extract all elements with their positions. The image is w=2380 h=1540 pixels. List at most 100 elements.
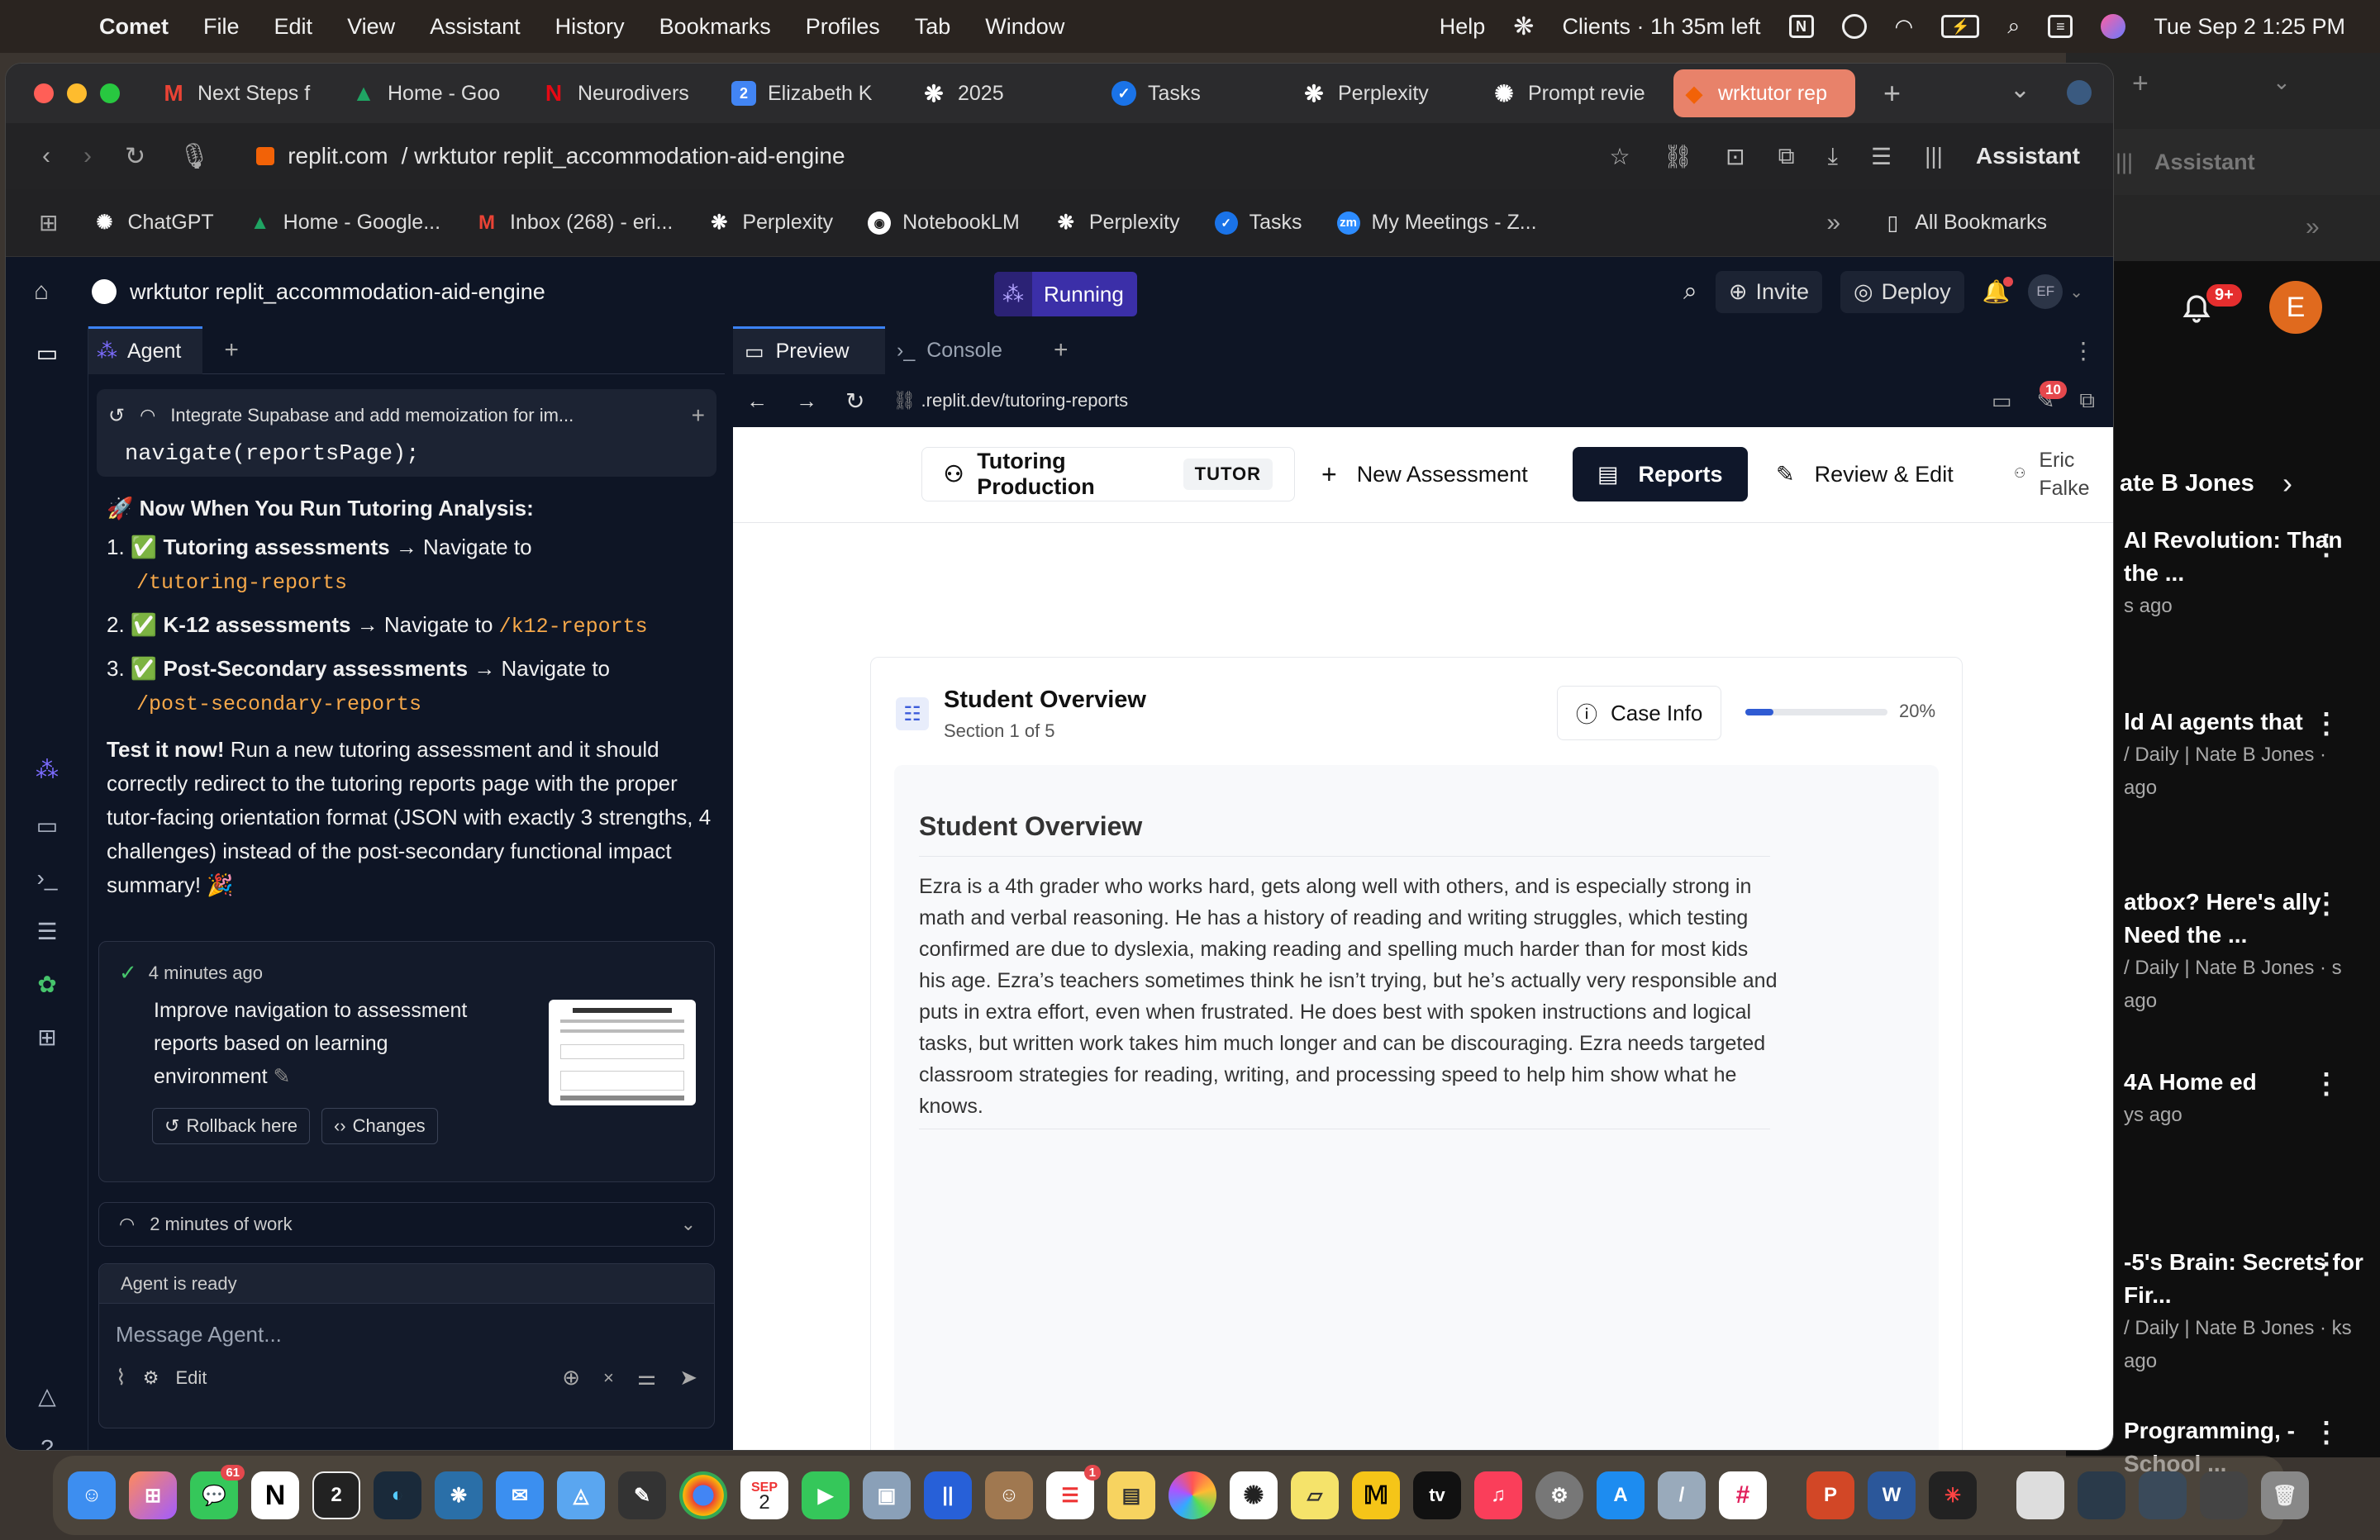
agent-icon[interactable]: ⁂ — [32, 756, 62, 786]
zoom-window-button[interactable] — [100, 83, 120, 103]
facetime-icon[interactable]: ▶ — [802, 1471, 850, 1519]
chevron-right-icon[interactable]: › — [2282, 466, 2292, 501]
close-window-button[interactable] — [34, 83, 54, 103]
battery-icon[interactable]: ⚡ — [1941, 15, 1980, 38]
history-icon[interactable]: ↺ — [108, 404, 125, 428]
perplexity-status-icon[interactable]: ❋ — [1513, 12, 1534, 41]
chevron-down-icon[interactable]: ⌄ — [2069, 282, 2083, 302]
arc-icon[interactable]: ◐ — [374, 1471, 421, 1519]
browser-tab[interactable]: 2 Elizabeth K — [723, 69, 913, 117]
browser-tab[interactable]: N Neurodivers — [533, 69, 723, 117]
menu-lines-icon[interactable]: ☰ — [1871, 143, 1892, 170]
bell-icon[interactable]: 🔔 — [1983, 277, 2014, 305]
menu-window[interactable]: Window — [985, 14, 1064, 40]
recent-window-thumbnail[interactable] — [2078, 1471, 2125, 1519]
pane-menu-icon[interactable]: ⋮ — [2072, 337, 2095, 364]
back-icon[interactable]: ← — [746, 388, 768, 414]
siri-icon[interactable] — [2101, 14, 2126, 39]
browser-tab[interactable]: M Next Steps f — [153, 69, 343, 117]
new-tab-button[interactable]: + — [1883, 76, 1901, 111]
all-tools-icon[interactable]: ⊞ — [32, 1024, 62, 1053]
recent-window-thumbnail[interactable] — [2139, 1471, 2187, 1519]
mail-icon[interactable]: ✉ — [496, 1471, 544, 1519]
stickies-icon[interactable]: ▱ — [1291, 1471, 1339, 1519]
chevron-double-right-icon[interactable]: » — [1826, 209, 1840, 237]
bookmark-item[interactable]: ▲ Home - Google... — [249, 211, 440, 235]
rollback-button[interactable]: ↺ Rollback here — [152, 1108, 310, 1144]
more-options-icon[interactable]: ⋮ — [2312, 707, 2340, 740]
help-bell-icon[interactable]: △ — [32, 1382, 62, 1412]
open-new-window-icon[interactable]: ⧉ — [2079, 387, 2095, 414]
user-menu[interactable]: ⚇ Eric Falke — [2014, 447, 2089, 501]
perplexity-dock-icon[interactable]: ❋ — [435, 1471, 483, 1519]
background-assistant-label[interactable]: Assistant — [2154, 150, 2255, 175]
microphone-icon[interactable]: 🎙 — [178, 142, 210, 171]
help-icon[interactable]: ? — [32, 1435, 62, 1450]
bookmark-item[interactable]: ✓ Tasks — [1214, 211, 1302, 235]
bookmark-star-icon[interactable]: ☆ — [1610, 143, 1630, 170]
notepad-icon[interactable]: || — [924, 1471, 972, 1519]
review-edit-button[interactable]: ✎ Review & Edit — [1776, 447, 1954, 501]
profile-globe-icon[interactable] — [2067, 80, 2092, 105]
recent-window-thumbnail[interactable] — [2016, 1471, 2064, 1519]
work-summary-toggle[interactable]: ◠ 2 minutes of work ⌄ — [98, 1202, 715, 1247]
agent-chat-scroll[interactable]: ↺ ◠ Integrate Supabase and add memoizati… — [88, 374, 725, 1450]
notes-icon[interactable]: ▤ — [1107, 1471, 1155, 1519]
browser-tab[interactable]: ❋ Perplexity — [1293, 69, 1483, 117]
menu-history[interactable]: History — [555, 14, 625, 40]
download-icon[interactable]: ⤓ — [1828, 143, 1838, 170]
paperclip-icon[interactable]: ⌇ — [116, 1365, 126, 1390]
reminders-icon[interactable]: ☰ 1 — [1046, 1465, 1101, 1519]
preview-address-field[interactable]: ⛓ .replit.dev/tutoring-reports — [892, 390, 1128, 411]
reload-icon[interactable]: ↻ — [845, 387, 864, 415]
bookmark-item[interactable]: zm My Meetings - Z... — [1336, 211, 1537, 235]
photos-icon[interactable] — [1169, 1471, 1216, 1519]
edit-mode-icon[interactable]: ⚙ — [143, 1367, 159, 1389]
bookmark-item[interactable]: M Inbox (268) - eri... — [475, 211, 673, 235]
miro-icon[interactable]: 𝕄 — [1352, 1471, 1400, 1519]
forward-icon[interactable]: → — [796, 388, 817, 414]
bookmark-item[interactable]: ❋ Perplexity — [707, 211, 833, 235]
contacts-icon[interactable]: ☺ — [985, 1471, 1033, 1519]
bookmark-item[interactable]: ✺ ChatGPT — [93, 211, 213, 235]
maps-icon[interactable]: ◬ — [557, 1471, 605, 1519]
channel-heading[interactable]: ate B Jones — [2120, 470, 2254, 497]
menu-file[interactable]: File — [203, 14, 240, 40]
slack-icon[interactable]: # — [1719, 1471, 1767, 1519]
menu-edit[interactable]: Edit — [274, 14, 313, 40]
calendar-icon[interactable]: SEP 2 — [740, 1471, 788, 1519]
preview-app-icon[interactable]: ▣ — [863, 1471, 911, 1519]
preview-icon[interactable]: ▭ — [32, 812, 62, 842]
chatgpt-icon[interactable]: ✺ — [1230, 1471, 1278, 1519]
section-text[interactable]: Ezra is a 4th grader who works hard, get… — [919, 871, 1778, 1122]
finder-icon[interactable]: ☺ — [68, 1471, 116, 1519]
search-icon[interactable]: ⌕ — [1683, 278, 1697, 306]
link-icon[interactable]: ⛓ — [1664, 143, 1693, 170]
tab-list-chevron-icon[interactable]: ⌄ — [2010, 75, 2030, 104]
browser-tab[interactable]: ▲ Home - Goo — [343, 69, 533, 117]
menu-assistant[interactable]: Assistant — [430, 14, 521, 40]
close-icon[interactable]: × — [603, 1367, 614, 1389]
word-icon[interactable]: W — [1868, 1471, 1916, 1519]
changes-button[interactable]: ‹› Changes — [321, 1108, 438, 1144]
app-store-icon[interactable]: A — [1597, 1471, 1645, 1519]
more-options-icon[interactable]: ⋮ — [2312, 1416, 2340, 1449]
audio-app-icon[interactable]: ✳ — [1929, 1471, 1977, 1519]
screenshot-thumbnail[interactable] — [549, 1000, 696, 1105]
send-icon[interactable]: ➤ — [679, 1365, 697, 1390]
apple-tv-icon[interactable]: tv — [1413, 1471, 1461, 1519]
run-status-button[interactable]: ⁂ Running — [994, 272, 1137, 316]
files-icon[interactable]: ▭ — [32, 340, 62, 369]
sliders-icon[interactable]: ⚌ — [637, 1365, 656, 1390]
waveform-icon[interactable]: ||| — [1925, 143, 1943, 169]
chrome-icon[interactable] — [679, 1471, 727, 1519]
powerpoint-icon[interactable]: P — [1806, 1471, 1854, 1519]
spotlight-search-icon[interactable]: ⌕ — [2007, 13, 2020, 40]
two-app-icon[interactable]: 2 — [312, 1471, 360, 1519]
all-bookmarks-button[interactable]: ▯ All Bookmarks — [1887, 211, 2047, 235]
case-info-button[interactable]: ⓘ Case Info — [1557, 686, 1722, 740]
bookmark-item[interactable]: ◉ NotebookLM — [868, 211, 1020, 235]
back-icon[interactable]: ‹ — [42, 142, 50, 171]
messages-icon[interactable]: 💬 61 — [190, 1465, 245, 1519]
org-switcher[interactable]: ⚇ Tutoring Production TUTOR — [921, 447, 1295, 501]
